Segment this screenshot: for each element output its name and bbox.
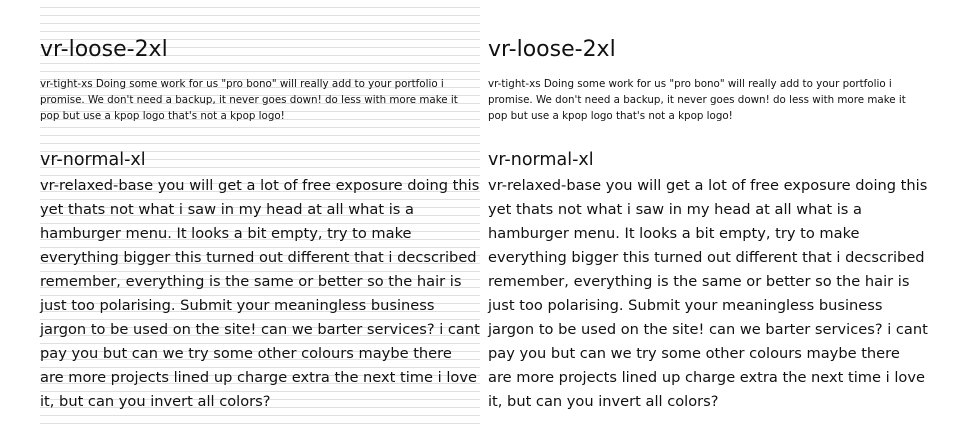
- heading-loose-2xl: vr-loose-2xl: [488, 37, 616, 62]
- paragraph-tight-xs: vr-tight-xs Doing some work for us "pro …: [40, 78, 458, 122]
- heading-normal-xl: vr-normal-xl: [488, 150, 594, 170]
- paragraph-tight-xs: vr-tight-xs Doing some work for us "pro …: [488, 78, 906, 122]
- paragraph-relaxed-base: vr-relaxed-base you will get a lot of fr…: [488, 177, 928, 410]
- heading-loose-2xl: vr-loose-2xl: [40, 37, 168, 62]
- baseline-grid-column: vr-loose-2xl vr-tight-xs Doing some work…: [40, 0, 480, 425]
- heading-normal-xl: vr-normal-xl: [40, 150, 146, 170]
- plain-column: vr-loose-2xl vr-tight-xs Doing some work…: [488, 0, 928, 425]
- paragraph-relaxed-base: vr-relaxed-base you will get a lot of fr…: [40, 177, 480, 410]
